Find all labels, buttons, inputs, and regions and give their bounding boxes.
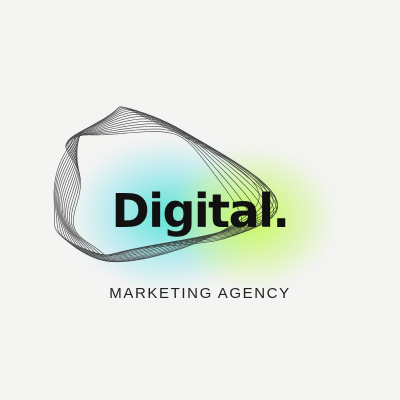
logo-wordmark: Digital. [111,184,290,238]
logo-canvas: Digital. MARKETING AGENCY [0,0,400,400]
logo-tagline: MARKETING AGENCY [109,285,291,302]
